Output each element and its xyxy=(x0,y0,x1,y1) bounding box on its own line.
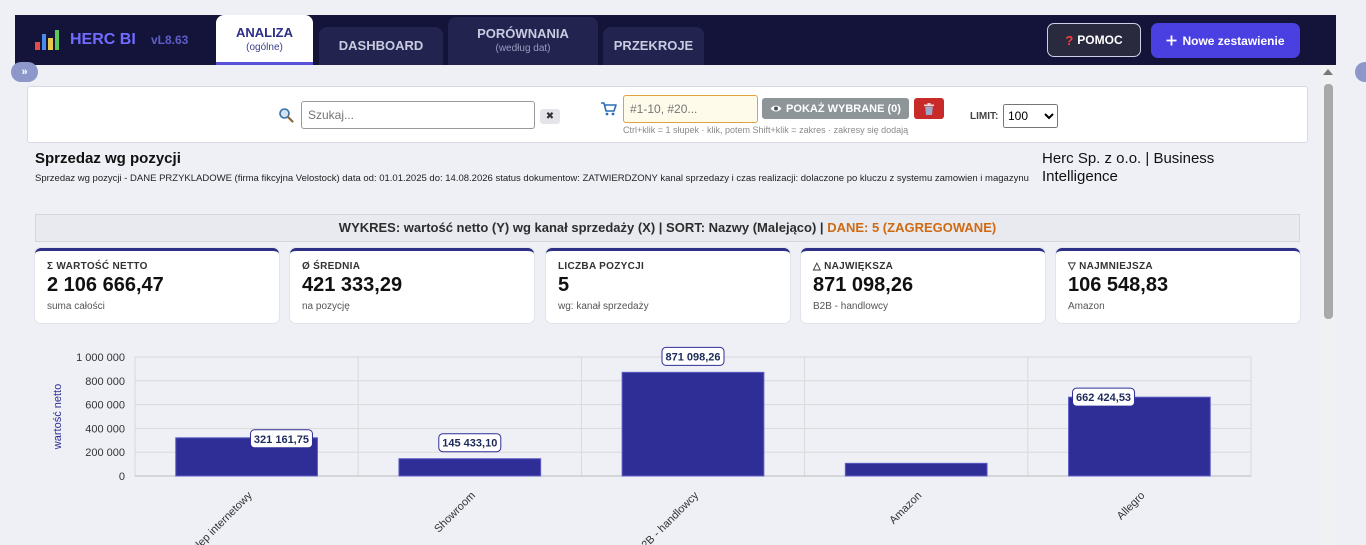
x-tick-label: Allegro xyxy=(1115,490,1148,523)
data-label: 871 098,26 xyxy=(665,351,720,363)
clear-search-button[interactable]: ✖ xyxy=(540,109,560,124)
tab-analiza-sub: (ogólne) xyxy=(246,42,283,53)
new-report-button-label: Nowe zestawienie xyxy=(1182,33,1285,48)
tab-przekroje-label: PRZEKROJE xyxy=(613,38,694,53)
y-axis-label: wartość netto xyxy=(52,384,64,450)
left-margin xyxy=(0,0,15,545)
search-icon xyxy=(279,108,294,123)
chart-summary-bar: WYKRES: wartość netto (Y) wg kanał sprze… xyxy=(35,214,1300,242)
tab-porownania-label: PORÓWNANIA xyxy=(477,26,569,41)
kpi-sub: Amazon xyxy=(1068,301,1105,312)
tab-porownania[interactable]: PORÓWNANIA (według dat) xyxy=(448,17,598,65)
company-name: Herc Sp. z o.o. | Business Intelligence xyxy=(1042,150,1215,185)
limit-select[interactable]: 100 xyxy=(1003,104,1058,128)
y-tick-label: 200 000 xyxy=(85,447,125,459)
tab-analiza[interactable]: ANALIZA (ogólne) xyxy=(216,15,313,65)
search-input[interactable] xyxy=(301,101,535,129)
eye-icon xyxy=(770,105,782,112)
x-tick-label: Amazon xyxy=(887,490,924,527)
chart-data-count: DANE: 5 (ZAGREGOWANE) xyxy=(827,220,997,235)
kpi-card-average: Ø ŚREDNIA 421 333,29 na pozycję xyxy=(290,248,534,323)
show-selected-button[interactable]: POKAŻ WYBRANE (0) xyxy=(762,98,909,119)
help-button-label: POMOC xyxy=(1077,33,1123,47)
kpi-value: 5 xyxy=(558,274,570,296)
app-brand: HERC BI xyxy=(70,31,136,48)
scroll-up-arrow-icon[interactable] xyxy=(1323,69,1333,75)
question-mark-icon: ? xyxy=(1065,32,1074,48)
data-label: 662 424,53 xyxy=(1076,392,1131,404)
kpi-value: 421 333,29 xyxy=(302,274,403,296)
tab-przekroje[interactable]: PRZEKROJE xyxy=(603,27,704,65)
kpi-value: 871 098,26 xyxy=(813,274,914,296)
kpi-value: 106 548,83 xyxy=(1068,274,1169,296)
bar-2 xyxy=(398,458,542,477)
tab-dashboard-label: DASHBOARD xyxy=(338,38,424,53)
bar-4 xyxy=(844,462,988,477)
kpi-sub: wg: kanał sprzedaży xyxy=(558,301,649,312)
chart-logo-icon xyxy=(35,26,59,50)
kpi-label: △ NAJWIĘKSZA xyxy=(813,261,894,272)
help-button[interactable]: ? POMOC xyxy=(1047,23,1141,57)
kpi-label: Σ WARTOŚĆ NETTO xyxy=(47,261,148,272)
double-chevron-right-icon: » xyxy=(21,66,28,78)
y-tick-label: 400 000 xyxy=(85,423,125,435)
data-label: 321 161,75 xyxy=(254,434,309,446)
app-version: vL8.63 xyxy=(151,33,189,47)
y-tick-label: 800 000 xyxy=(85,376,125,388)
new-report-button[interactable]: Nowe zestawienie xyxy=(1151,23,1300,58)
trash-icon xyxy=(924,102,934,115)
kpi-card-min: ▽ NAJMNIEJSZA 106 548,83 Amazon xyxy=(1056,248,1300,323)
x-tick-label: Showroom xyxy=(432,490,478,536)
tab-dashboard[interactable]: DASHBOARD xyxy=(319,27,443,65)
x-tick-label: B2B - handlowcy xyxy=(634,489,701,545)
kpi-label: Ø ŚREDNIA xyxy=(302,261,361,272)
right-margin xyxy=(1336,0,1366,545)
kpi-sub: na pozycję xyxy=(302,301,350,312)
limit-label: LIMIT: xyxy=(970,111,999,122)
bar-3 xyxy=(621,371,765,477)
data-label: 145 433,10 xyxy=(442,438,497,450)
kpi-card-max: △ NAJWIĘKSZA 871 098,26 B2B - handlowcy xyxy=(801,248,1045,323)
sidebar-toggle-button[interactable]: » xyxy=(11,62,38,82)
cart-icon xyxy=(601,102,617,116)
y-tick-label: 1 000 000 xyxy=(76,352,125,364)
report-description: Sprzedaz wg pozycji - DANE PRZYKLADOWE (… xyxy=(35,173,1029,184)
plus-icon xyxy=(1166,35,1177,46)
tab-porownania-sub: (według dat) xyxy=(495,43,551,54)
bar-chart: 0 200 000 400 000 600 000 800 000 1 000 000 wa… xyxy=(52,346,1252,545)
kpi-card-total: Σ WARTOŚĆ NETTO 2 106 666,47 suma całośc… xyxy=(35,248,279,323)
selection-hint: Ctrl+klik = 1 słupek · klik, potem Shift… xyxy=(623,125,909,135)
kpi-label: LICZBA POZYCJI xyxy=(558,261,645,272)
kpi-sub: suma całości xyxy=(47,301,105,312)
chart-summary-text: WYKRES: wartość netto (Y) wg kanał sprze… xyxy=(338,220,824,235)
kpi-card-count: LICZBA POZYCJI 5 wg: kanał sprzedaży xyxy=(546,248,790,323)
kpi-label: ▽ NAJMNIEJSZA xyxy=(1068,261,1153,272)
clear-selection-button[interactable] xyxy=(914,98,944,119)
scrollbar-thumb[interactable] xyxy=(1324,84,1333,319)
kpi-value: 2 106 666,47 xyxy=(47,274,164,296)
y-tick-label: 0 xyxy=(119,471,125,483)
bar-5 xyxy=(1068,396,1211,477)
y-tick-label: 600 000 xyxy=(85,400,125,412)
show-selected-label: POKAŻ WYBRANE (0) xyxy=(786,102,901,115)
kpi-sub: B2B - handlowcy xyxy=(813,301,889,312)
report-title: Sprzedaz wg pozycji xyxy=(35,150,181,167)
top-navigation-bar: HERC BI vL8.63 ANALIZA (ogólne) DASHBOAR… xyxy=(15,15,1336,65)
x-tick-label: Sklep internetowy xyxy=(185,489,255,545)
bar-selection-input[interactable] xyxy=(623,95,758,123)
tab-analiza-label: ANALIZA xyxy=(235,25,294,40)
close-icon: ✖ xyxy=(545,111,555,122)
search-panel: ✖ POKAŻ WYBRANE (0) Ctrl+klik = 1 słupek… xyxy=(27,86,1308,143)
